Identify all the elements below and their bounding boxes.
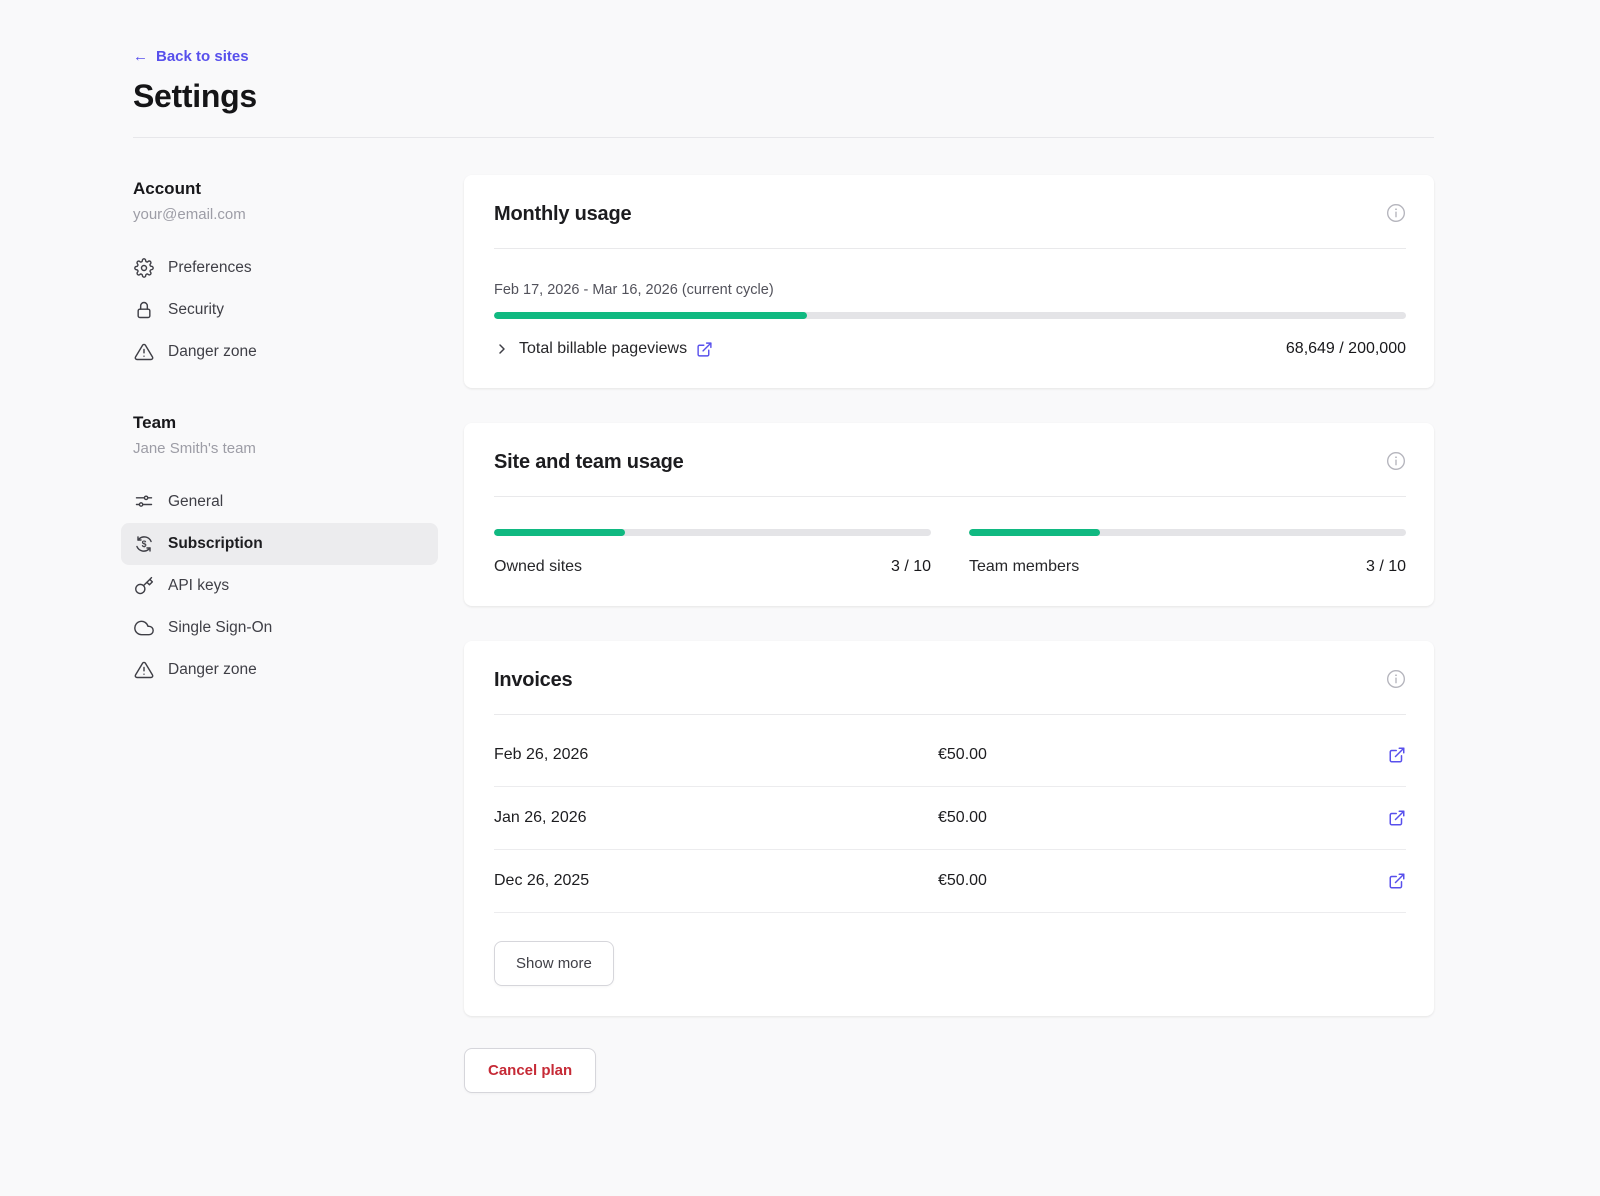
pageviews-progress-bar [494,312,1406,319]
team-heading: Team [133,413,438,433]
back-to-sites-link[interactable]: ← Back to sites [133,48,249,65]
settings-page: ← Back to sites Settings Account your@em… [0,0,1600,1196]
gear-icon [134,258,154,278]
sidebar-item-preferences[interactable]: Preferences [121,247,438,289]
owned-sites-value: 3 / 10 [891,558,931,576]
owned-sites-meter: Owned sites 3 / 10 [494,529,931,576]
external-link-icon[interactable] [1388,746,1406,764]
invoice-amount: €50.00 [938,809,1382,827]
invoices-title: Invoices [494,669,572,692]
sidebar-item-label: Danger zone [168,661,257,679]
account-nav: Preferences Security Danger zone [121,247,438,373]
header-divider [133,137,1434,138]
key-icon [134,576,154,596]
invoice-date: Jan 26, 2026 [494,809,938,827]
sidebar-item-single-sign-on[interactable]: Single Sign-On [121,607,438,649]
sidebar-item-label: Preferences [168,259,252,277]
team-members-progress-bar [969,529,1406,536]
owned-sites-progress-bar [494,529,931,536]
invoice-amount: €50.00 [938,872,1382,890]
team-nav: General $ Subscription API keys [121,481,438,691]
sidebar-item-account-danger-zone[interactable]: Danger zone [121,331,438,373]
invoice-row: Feb 26, 2026 €50.00 [494,724,1406,787]
page-title: Settings [133,78,1434,115]
sidebar-item-label: Single Sign-On [168,619,272,637]
info-icon[interactable] [1386,203,1406,223]
invoice-row: Dec 26, 2025 €50.00 [494,850,1406,913]
info-icon[interactable] [1386,669,1406,689]
sidebar-item-team-danger-zone[interactable]: Danger zone [121,649,438,691]
invoice-list: Feb 26, 2026 €50.00 Jan 26, 2026 €50.00 [494,724,1406,913]
dollar-refresh-icon: $ [134,534,154,554]
team-members-meter: Team members 3 / 10 [969,529,1406,576]
team-name: Jane Smith's team [133,440,438,457]
warning-triangle-icon [134,660,154,680]
show-more-button[interactable]: Show more [494,941,614,986]
warning-triangle-icon [134,342,154,362]
card-divider [494,248,1406,249]
svg-text:$: $ [142,539,147,549]
settings-main: Monthly usage Feb 17, 2026 - Mar 16, 202… [464,175,1434,1093]
site-team-usage-title: Site and team usage [494,451,684,474]
sidebar-section-team: Team Jane Smith's team General $ Subscri… [133,413,438,691]
lock-icon [134,300,154,320]
account-email: your@email.com [133,206,438,223]
monthly-usage-title: Monthly usage [494,203,631,226]
external-link-icon[interactable] [1388,809,1406,827]
sliders-icon [134,492,154,512]
billable-pageviews-label: Total billable pageviews [519,340,687,358]
owned-sites-progress-fill [494,529,625,536]
sidebar-item-label: Danger zone [168,343,257,361]
arrow-left-icon: ← [133,48,148,65]
sidebar-item-label: General [168,493,223,511]
invoices-card: Invoices Feb 26, 2026 €50.00 [464,641,1434,1016]
card-divider [494,496,1406,497]
pageviews-usage-value: 68,649 / 200,000 [1286,340,1406,358]
back-link-label: Back to sites [156,48,249,65]
team-members-value: 3 / 10 [1366,558,1406,576]
invoice-date: Dec 26, 2025 [494,872,938,890]
owned-sites-label: Owned sites [494,558,582,576]
account-heading: Account [133,179,438,199]
monthly-usage-card: Monthly usage Feb 17, 2026 - Mar 16, 202… [464,175,1434,388]
sidebar-item-label: API keys [168,577,229,595]
external-link-icon[interactable] [1388,872,1406,890]
invoice-date: Feb 26, 2026 [494,746,938,764]
sidebar-item-label: Security [168,301,224,319]
sidebar-item-api-keys[interactable]: API keys [121,565,438,607]
card-divider [494,714,1406,715]
sidebar-item-label: Subscription [168,535,263,553]
billable-pageviews-toggle[interactable]: Total billable pageviews [494,340,713,358]
settings-sidebar: Account your@email.com Preferences Secur… [133,175,438,691]
sidebar-item-security[interactable]: Security [121,289,438,331]
invoice-row: Jan 26, 2026 €50.00 [494,787,1406,850]
external-link-icon[interactable] [696,341,713,358]
site-team-usage-card: Site and team usage Owned sites 3 / 10 [464,423,1434,606]
billing-cycle-label: Feb 17, 2026 - Mar 16, 2026 (current cyc… [494,282,1406,298]
sidebar-item-subscription[interactable]: $ Subscription [121,523,438,565]
invoice-amount: €50.00 [938,746,1382,764]
chevron-right-icon [494,341,510,357]
team-members-label: Team members [969,558,1079,576]
info-icon[interactable] [1386,451,1406,471]
cancel-plan-button[interactable]: Cancel plan [464,1048,596,1093]
cloud-icon [134,618,154,638]
team-members-progress-fill [969,529,1100,536]
sidebar-section-account: Account your@email.com Preferences Secur… [133,179,438,373]
sidebar-item-general[interactable]: General [121,481,438,523]
pageviews-progress-fill [494,312,807,319]
